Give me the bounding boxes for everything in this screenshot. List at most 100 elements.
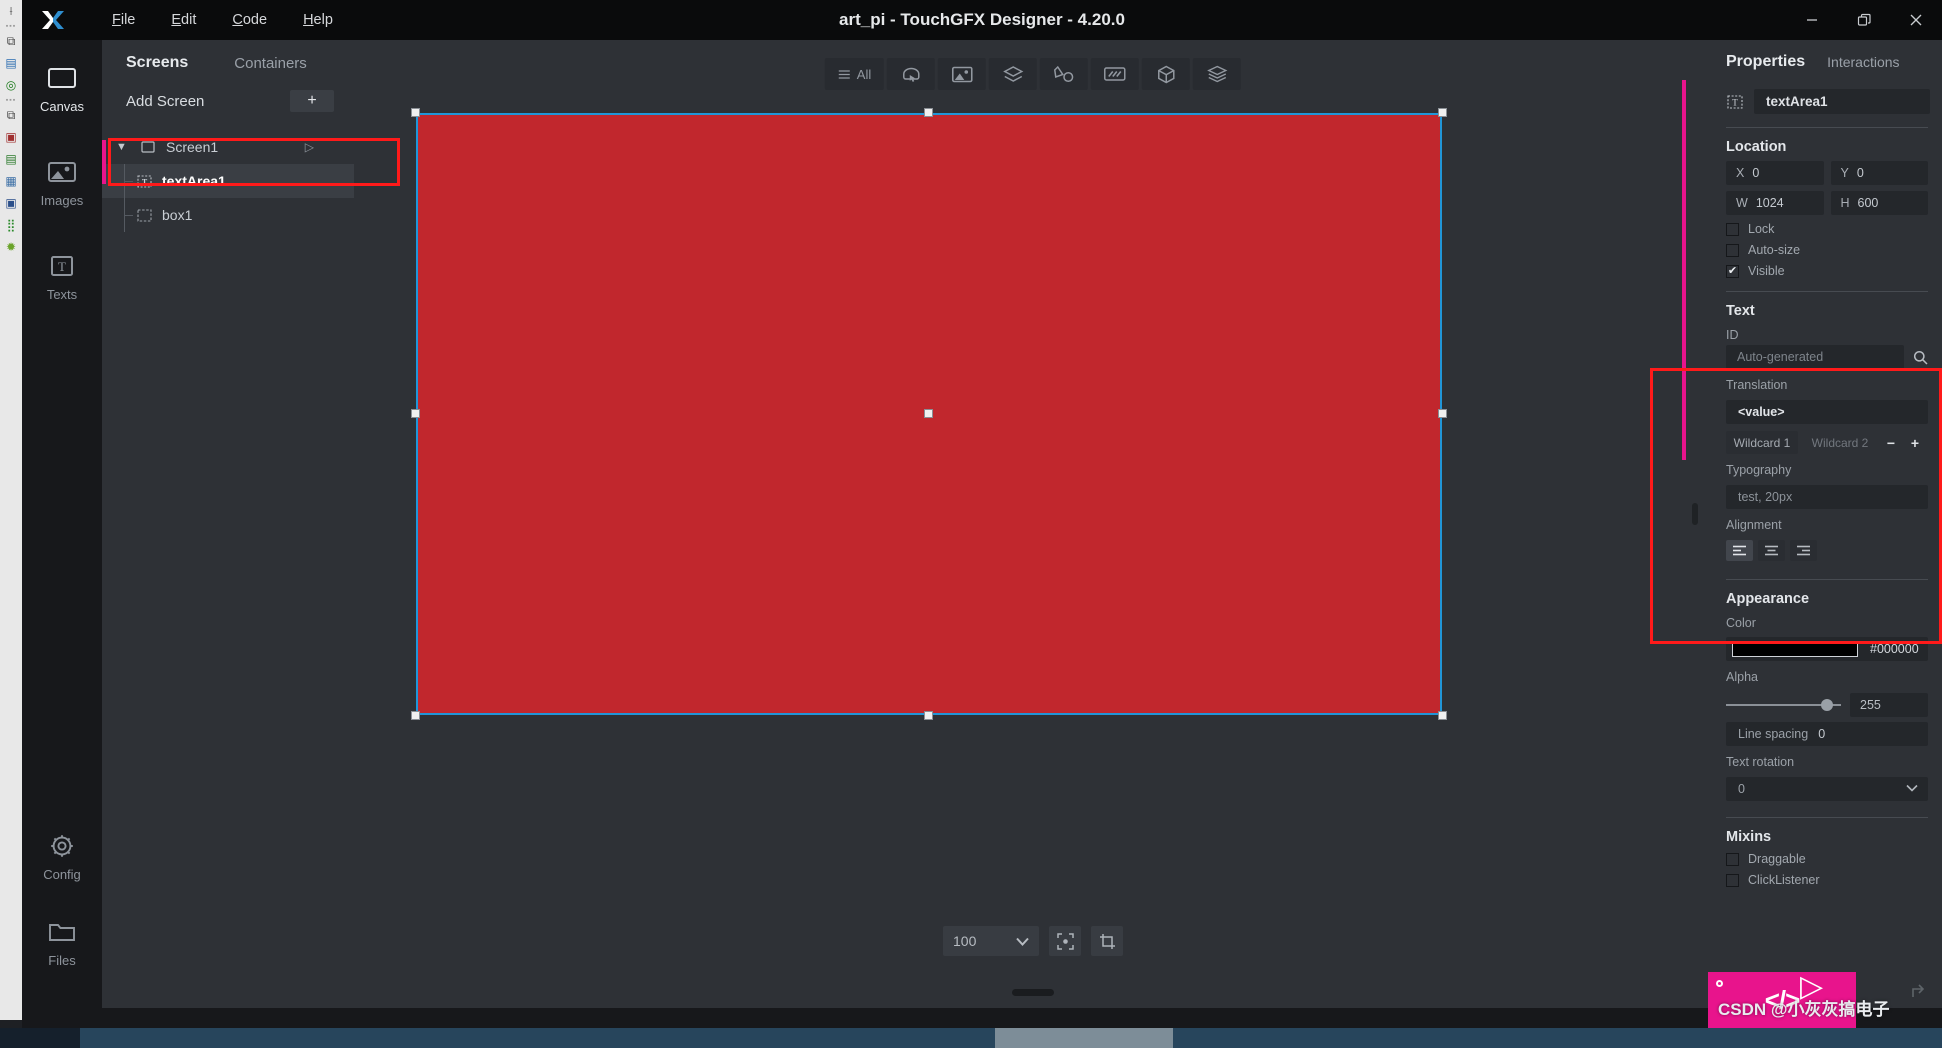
resize-handle-bottom-center[interactable] xyxy=(924,711,933,720)
visible-label: Visible xyxy=(1748,264,1785,278)
x-field[interactable]: X 0 xyxy=(1726,161,1824,185)
wildcard-1-button[interactable]: Wildcard 1 xyxy=(1726,431,1798,454)
rail-item-images[interactable]: Images xyxy=(22,146,102,218)
appearance-section-title: Appearance xyxy=(1726,591,1810,607)
resize-handle-middle-left[interactable] xyxy=(411,409,420,418)
rail-item-texts[interactable]: T Texts xyxy=(22,240,102,312)
taskbar-active-item[interactable] xyxy=(995,1028,1173,1048)
filter-all-button[interactable]: All xyxy=(824,58,885,90)
folder-icon xyxy=(45,918,79,946)
rail-item-files[interactable]: Files xyxy=(22,906,102,978)
panel-resize-grip[interactable] xyxy=(1692,503,1698,525)
tab-interactions[interactable]: Interactions xyxy=(1827,54,1899,70)
zoom-level-value: 100 xyxy=(953,933,977,949)
share-icon xyxy=(1910,981,1932,1004)
menu-edit[interactable]: Edit xyxy=(171,12,196,28)
shapes-icon xyxy=(1054,65,1074,83)
line-spacing-field[interactable]: Line spacing 0 xyxy=(1726,722,1928,746)
tab-screens[interactable]: Screens xyxy=(126,54,188,72)
stack-filter-button[interactable] xyxy=(1193,58,1242,90)
w-field[interactable]: W 1024 xyxy=(1726,191,1824,215)
draggable-checkbox[interactable] xyxy=(1726,852,1739,866)
menu-help[interactable]: Help xyxy=(303,12,333,28)
y-field[interactable]: Y 0 xyxy=(1830,161,1928,185)
shape-filter-button[interactable] xyxy=(1040,58,1089,90)
panel-edge-marker xyxy=(102,140,106,184)
textarea-filter-button[interactable] xyxy=(1091,58,1140,90)
rail-label-files: Files xyxy=(48,953,76,968)
draggable-row[interactable]: Draggable xyxy=(1712,845,1942,866)
typography-select[interactable]: test, 20px xyxy=(1726,485,1928,509)
text-id-input[interactable]: Auto-generated xyxy=(1726,345,1904,369)
resize-handle-top-right[interactable] xyxy=(1438,108,1447,117)
texts-icon: T xyxy=(45,252,79,280)
minimize-button[interactable] xyxy=(1786,0,1838,40)
wildcard-remove-button[interactable]: − xyxy=(1882,435,1900,451)
image-filter-button[interactable] xyxy=(938,58,987,90)
lock-checkbox[interactable] xyxy=(1726,222,1739,236)
canvas-resize-grabber[interactable] xyxy=(1012,989,1054,996)
wildcard-add-button[interactable]: + xyxy=(1906,435,1924,451)
alpha-slider[interactable] xyxy=(1726,699,1841,711)
taskbar-start-area[interactable] xyxy=(0,1028,80,1048)
align-center-icon[interactable] xyxy=(1758,540,1785,561)
container-filter-button[interactable] xyxy=(989,58,1038,90)
align-right-icon[interactable] xyxy=(1790,540,1817,561)
restore-button[interactable] xyxy=(1838,0,1890,40)
autosize-checkbox[interactable] xyxy=(1726,243,1739,257)
tree-row-box1[interactable]: box1 xyxy=(102,198,354,232)
properties-panel: Properties Interactions T textArea1 Loca… xyxy=(1712,40,1942,1008)
move-handle-center[interactable] xyxy=(924,409,933,418)
color-swatch[interactable] xyxy=(1732,641,1858,657)
wildcard-2-button[interactable]: Wildcard 2 xyxy=(1804,431,1876,454)
resize-handle-top-left[interactable] xyxy=(411,108,420,117)
add-screen-label: Add Screen xyxy=(126,92,205,110)
tree-label-box1: box1 xyxy=(162,207,193,223)
autosize-row[interactable]: Auto-size xyxy=(1712,236,1942,257)
h-field[interactable]: H 600 xyxy=(1830,191,1928,215)
widget-name-input[interactable]: textArea1 xyxy=(1754,89,1930,114)
tree-row-screen1[interactable]: ▼ Screen1 ▷ xyxy=(102,130,354,164)
lock-row[interactable]: Lock xyxy=(1712,215,1942,236)
taskbar-items-right[interactable] xyxy=(1173,1028,1942,1048)
resize-handle-middle-right[interactable] xyxy=(1438,409,1447,418)
tab-containers[interactable]: Containers xyxy=(234,55,307,72)
chevron-down-icon[interactable]: ▼ xyxy=(116,141,130,153)
fit-to-screen-button[interactable] xyxy=(1049,926,1081,956)
translation-input[interactable]: <value> xyxy=(1726,400,1928,424)
visible-checkbox[interactable] xyxy=(1726,264,1739,278)
color-label: Color xyxy=(1726,616,1756,630)
h-value: 600 xyxy=(1857,196,1879,210)
clicklistener-checkbox[interactable] xyxy=(1726,873,1739,887)
rail-item-canvas[interactable]: Canvas xyxy=(22,52,102,124)
menu-code[interactable]: Code xyxy=(232,12,267,28)
resize-handle-top-center[interactable] xyxy=(924,108,933,117)
add-screen-button[interactable]: + xyxy=(290,90,334,112)
visible-row[interactable]: Visible xyxy=(1712,257,1942,278)
close-button[interactable] xyxy=(1890,0,1942,40)
rail-item-config[interactable]: Config xyxy=(22,820,102,892)
node-tree-icon: ⣿ xyxy=(6,218,16,232)
zoom-level-select[interactable]: 100 xyxy=(943,926,1039,956)
resize-handle-bottom-right[interactable] xyxy=(1438,711,1447,720)
color-hex-value[interactable]: #000000 xyxy=(1870,642,1919,656)
play-icon[interactable]: ▷ xyxy=(305,140,314,154)
gear-icon xyxy=(45,832,79,860)
alpha-row: 255 xyxy=(1712,687,1942,717)
alpha-value-input[interactable]: 255 xyxy=(1850,693,1928,717)
tab-properties[interactable]: Properties xyxy=(1726,53,1805,71)
menu-file[interactable]: File xyxy=(112,12,135,28)
canvas-selection[interactable] xyxy=(411,108,1447,720)
text-rotation-select[interactable]: 0 xyxy=(1726,777,1928,801)
taskbar-items-left[interactable] xyxy=(80,1028,995,1048)
search-icon[interactable] xyxy=(1910,350,1930,365)
crop-button[interactable] xyxy=(1091,926,1123,956)
clicklistener-row[interactable]: ClickListener xyxy=(1712,866,1942,887)
3d-filter-button[interactable] xyxy=(1142,58,1191,90)
box-icon xyxy=(134,207,154,223)
alpha-slider-knob[interactable] xyxy=(1821,699,1833,711)
interaction-filter-button[interactable] xyxy=(887,58,936,90)
align-left-icon[interactable] xyxy=(1726,540,1753,561)
tree-row-textarea1[interactable]: T textArea1 xyxy=(102,164,354,198)
resize-handle-bottom-left[interactable] xyxy=(411,711,420,720)
